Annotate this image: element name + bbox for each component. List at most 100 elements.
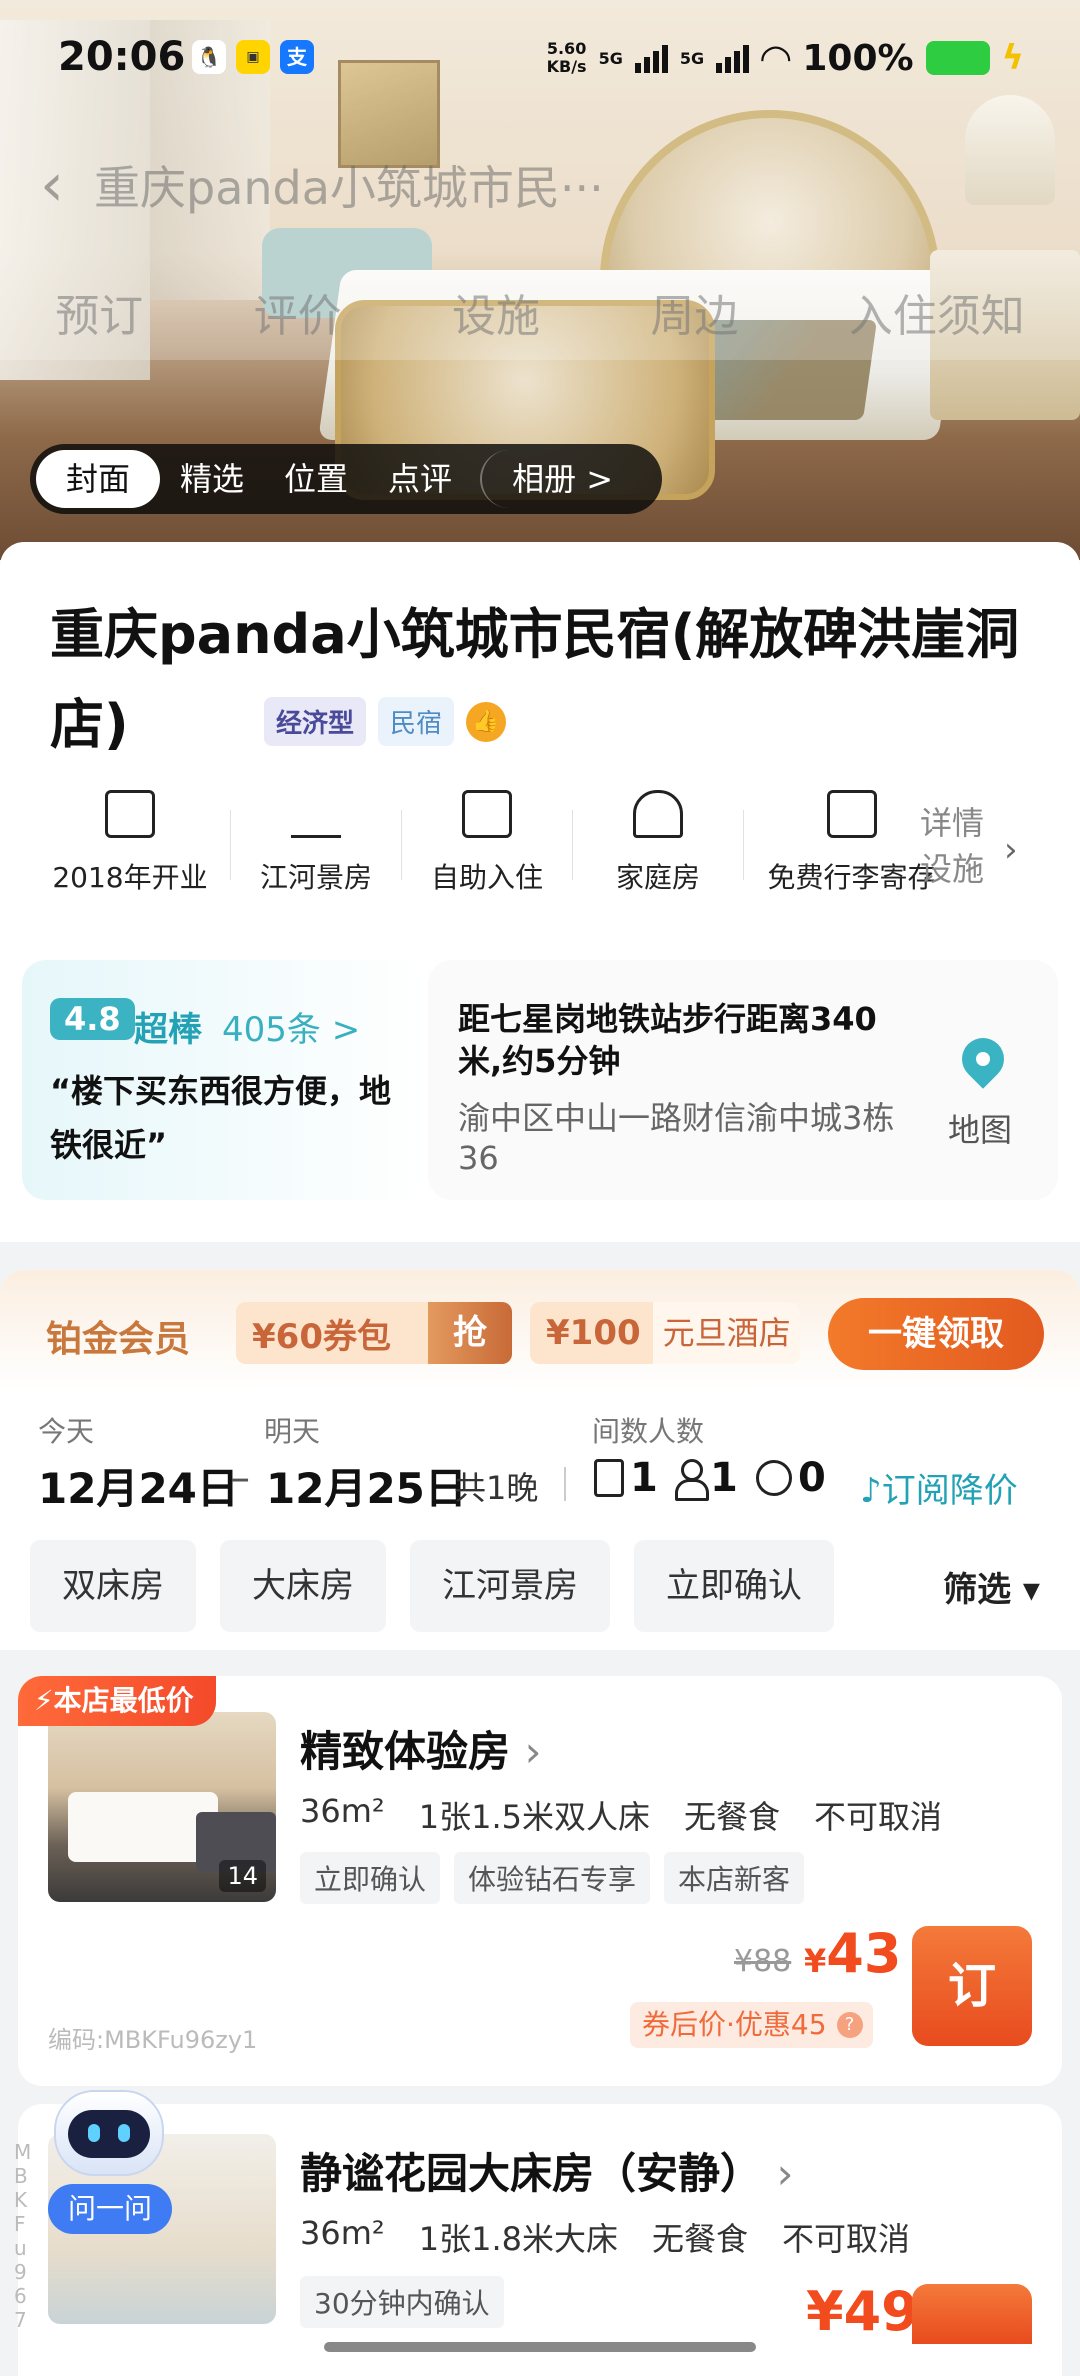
filter-river-view[interactable]: 江河景房 <box>410 1540 610 1632</box>
date-dash: – <box>230 1455 250 1501</box>
review-count: 405条 > <box>222 1010 361 1050</box>
lowest-price-badge: ⚡本店最低价 <box>18 1676 216 1726</box>
adult-count[interactable]: 1 <box>674 1455 738 1501</box>
price-alert-button[interactable]: ♪订阅降价 <box>860 1463 1018 1512</box>
tag-budget: 经济型 <box>264 697 367 746</box>
price-alert-label: 订阅降价 <box>881 1471 1018 1511</box>
membership-title: 铂金会员 <box>46 1319 191 1360</box>
room-code: 编码:MBKFu96zy1 <box>48 2026 258 2054</box>
assistant-bot[interactable]: 问一问 <box>38 2090 178 2240</box>
metro-distance: 距七星岗地铁站步行距离340米,约5分钟 <box>458 1000 877 1080</box>
photo-count: 14 <box>219 1860 266 1892</box>
alipay-icon: 支 <box>280 40 314 74</box>
after-coupon-price[interactable]: 券后价·优惠45? <box>630 2002 873 2048</box>
luggage-icon <box>826 790 877 838</box>
robot-face <box>68 2110 150 2158</box>
map-link[interactable]: 地图 <box>948 1105 1012 1151</box>
meal-info: 无餐食 <box>683 1798 780 1836</box>
room-title[interactable]: 静谧花园大床房（安静） › <box>300 2140 793 2201</box>
status-bar: 20:06 🐧 ▣ 支 5.60 KB/s 5G 5G ◠ 100% ϟ <box>0 0 1080 120</box>
net-speed: 5.60 KB/s <box>547 40 587 76</box>
facility-more-line1: 详情 <box>920 804 985 842</box>
bell-icon: ♪ <box>860 1471 882 1511</box>
home-indicator[interactable] <box>324 2342 756 2352</box>
charging-icon: ϟ <box>1001 38 1024 78</box>
room-specs: 36m² 1张1.5米双人床 无餐食 不可取消 <box>300 1792 942 1838</box>
building-icon <box>105 790 155 838</box>
price-value: 43 <box>826 1922 902 1985</box>
facility-details-link[interactable]: 详情 设施 <box>920 800 984 892</box>
media-tab-cover[interactable]: 封面 <box>36 450 161 508</box>
chevron-right-icon: › <box>524 1727 542 1776</box>
date-guest-row[interactable]: 12月24日 – 12月25日 共1晚 1 1 0 ♪订阅降价 <box>38 1455 1048 1515</box>
location-summary[interactable]: 距七星岗地铁站步行距离340米,约5分钟 渝中区中山一路财信渝中城3栋36 地图 <box>428 960 1058 1200</box>
claim-all-button[interactable]: 一键领取 <box>828 1298 1044 1370</box>
notification-icons: 🐧 ▣ 支 <box>192 40 314 74</box>
filter-king-room[interactable]: 大床房 <box>220 1540 386 1632</box>
wifi-icon: ◠ <box>761 36 791 80</box>
after-coupon-label: 券后价·优惠45 <box>642 2008 827 2041</box>
facility-label: 自助入住 <box>430 861 543 894</box>
top-nav: ‹ 重庆panda小筑城市民··· <box>40 150 604 220</box>
room-size: 36m² <box>300 1792 385 1830</box>
vertical-room-code: MBKFu967 <box>14 2140 32 2332</box>
coupon-amount: ¥100 <box>546 1313 641 1353</box>
room-size: 36m² <box>300 2214 385 2252</box>
filter-button[interactable]: 筛选 ▾ <box>943 1562 1060 1611</box>
room-count[interactable]: 1 <box>594 1455 658 1501</box>
ask-button[interactable]: 问一问 <box>48 2184 172 2234</box>
room-filters: 双床房 大床房 江河景房 立即确认 筛选 ▾ <box>30 1540 1060 1632</box>
checkin-date[interactable]: 12月24日 <box>38 1455 239 1516</box>
facility-list[interactable]: 2018年开业 江河景房 自助入住 家庭房 免费行李寄存 <box>30 790 1070 920</box>
tab-booking[interactable]: 预订 <box>55 280 143 344</box>
question-icon: ? <box>836 2012 863 2038</box>
robot-eye <box>88 2124 100 2142</box>
room-title[interactable]: 精致体验房 › <box>300 1718 541 1779</box>
net-speed-unit: KB/s <box>546 57 587 76</box>
net-type-2: 5G <box>679 48 705 68</box>
facility-label: 2018年开业 <box>52 861 208 894</box>
room-card[interactable]: 14 ⚡本店最低价 编码:MBKFu96zy1 精致体验房 › 36m² 1张1… <box>18 1676 1062 2086</box>
rating-word: 超棒 <box>134 1010 202 1050</box>
facility-label: 家庭房 <box>615 861 700 894</box>
chevron-right-icon[interactable]: › <box>1004 830 1018 870</box>
book-button[interactable] <box>912 2284 1032 2344</box>
book-button[interactable]: 订 <box>912 1926 1032 2046</box>
tab-checkin-notes[interactable]: 入住须知 <box>849 280 1025 344</box>
facility-item: 2018年开业 <box>30 790 230 920</box>
coupon-pack-label: ¥60券包 <box>252 1316 391 1357</box>
tab-reviews[interactable]: 评价 <box>254 280 342 344</box>
meal-info: 无餐食 <box>651 2220 748 2258</box>
qq-icon: 🐧 <box>192 40 226 74</box>
grab-button[interactable]: 抢 <box>428 1302 512 1364</box>
filter-instant-confirm[interactable]: 立即确认 <box>634 1540 834 1632</box>
currency-symbol: ¥ <box>804 1942 827 1980</box>
room-photo[interactable]: 14 <box>48 1712 276 1902</box>
filter-twin-room[interactable]: 双床房 <box>30 1540 196 1632</box>
media-tab-reviews[interactable]: 点评 <box>368 450 472 508</box>
checkout-date[interactable]: 12月25日 <box>266 1455 467 1516</box>
media-tab-featured[interactable]: 精选 <box>160 450 264 508</box>
hotel-address: 渝中区中山一路财信渝中城3栋36 <box>458 1099 895 1177</box>
tab-facilities[interactable]: 设施 <box>452 280 540 344</box>
child-count[interactable]: 0 <box>756 1455 826 1501</box>
coupon-pack[interactable]: ¥60券包 抢 <box>236 1302 512 1364</box>
lightning-icon: ⚡ <box>34 1684 54 1717</box>
media-tab-album[interactable]: 相册 > <box>480 450 633 508</box>
rating-summary[interactable]: 4.8 超棒 405条 > “楼下买东西很方便，地铁很近” <box>22 960 428 1200</box>
child-icon <box>756 1460 792 1496</box>
back-arrow-icon[interactable]: ‹ <box>40 150 64 220</box>
status-time: 20:06 <box>58 34 186 80</box>
facility-label: 江河景房 <box>259 861 372 894</box>
room-count-value: 1 <box>630 1455 658 1501</box>
checkin-label: 今天 <box>38 1415 95 1448</box>
holiday-coupon[interactable]: ¥100 元旦酒店 <box>530 1302 800 1364</box>
status-right: 5.60 KB/s 5G 5G ◠ 100% ϟ <box>547 36 1024 80</box>
facility-more-line2: 设施 <box>920 850 985 888</box>
hotel-name: 重庆panda小筑城市民宿(解放碑洪崖洞店) <box>50 603 1020 756</box>
room-price: ¥49 <box>806 2280 919 2343</box>
media-tab-location[interactable]: 位置 <box>264 450 368 508</box>
tab-nearby[interactable]: 周边 <box>650 280 738 344</box>
bed-type: 1张1.8米大床 <box>418 2220 618 2258</box>
room-tags: 30分钟内确认 <box>300 2276 504 2328</box>
